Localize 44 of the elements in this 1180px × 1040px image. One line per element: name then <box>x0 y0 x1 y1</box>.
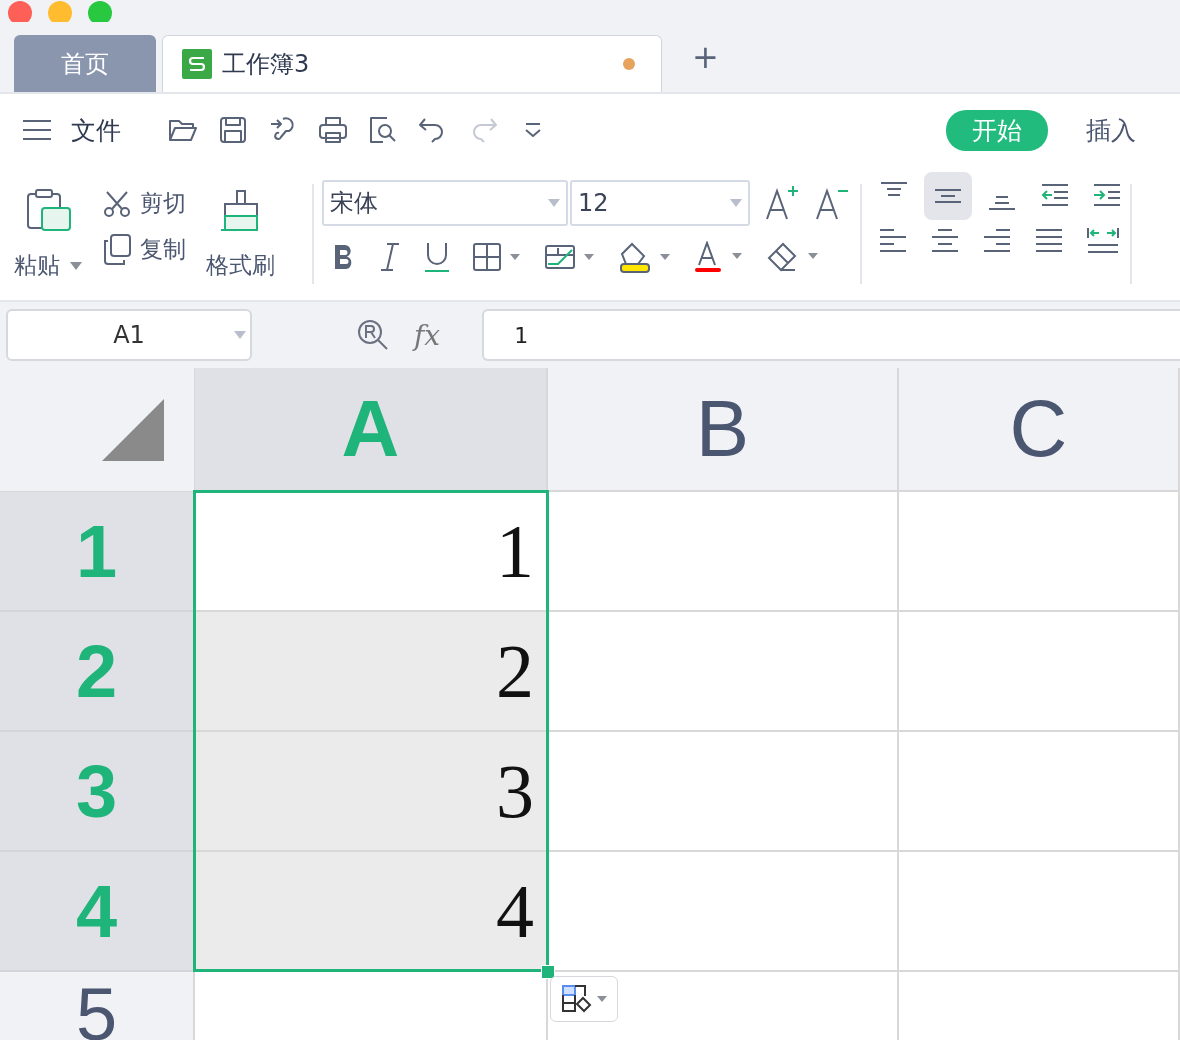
ribbon-tab[interactable]: 插入 <box>1072 109 1150 151</box>
table-cell: 2 <box>195 612 548 732</box>
copy-icon[interactable] <box>102 233 132 265</box>
align-middle-button[interactable] <box>924 172 972 220</box>
align-middle-icon <box>934 189 962 203</box>
table-cell: 3 <box>195 732 548 852</box>
paste-options-button[interactable] <box>550 976 618 1022</box>
formula-input[interactable]: 1 <box>482 309 1180 361</box>
file-menu[interactable]: 文件 <box>71 113 121 147</box>
search-icon[interactable] <box>356 318 390 352</box>
function-button[interactable]: fx <box>414 318 441 352</box>
tab-title: 工作簿3 <box>222 49 310 80</box>
cut-button[interactable]: 剪切 <box>140 188 186 219</box>
underline-icon[interactable] <box>424 241 450 273</box>
font-name-field[interactable]: 宋体 <box>322 180 568 226</box>
cell-style-icon[interactable] <box>544 242 596 272</box>
eraser-icon[interactable] <box>766 241 820 273</box>
spreadsheet-icon <box>182 49 212 79</box>
font-size-field[interactable]: 12 <box>570 180 750 226</box>
document-tab[interactable]: 工作簿3 <box>162 35 662 92</box>
paste-button[interactable]: 粘贴 <box>14 250 60 281</box>
new-tab-button[interactable]: + <box>688 38 723 76</box>
menu-icon[interactable] <box>22 119 52 141</box>
caret-icon[interactable] <box>70 261 82 270</box>
column-header[interactable]: C <box>899 368 1180 492</box>
borders-icon[interactable] <box>472 242 522 272</box>
format-painter-button[interactable]: 格式刷 <box>206 250 275 281</box>
select-all-icon[interactable] <box>102 399 164 461</box>
close-icon[interactable] <box>7 0 33 22</box>
align-top-icon <box>880 182 908 196</box>
distributed-align-icon[interactable] <box>1086 226 1120 256</box>
tab-title: 首页 <box>61 48 109 80</box>
copy-button[interactable]: 复制 <box>140 233 186 265</box>
column-header[interactable]: B <box>548 368 899 492</box>
font-color-icon[interactable] <box>694 241 744 273</box>
align-bottom-icon <box>988 196 1016 210</box>
printer-icon[interactable] <box>317 114 349 146</box>
italic-icon[interactable] <box>378 242 402 272</box>
name-box[interactable]: A1 <box>6 309 252 361</box>
save-icon[interactable] <box>217 114 249 146</box>
table-cell: 4 <box>195 852 548 972</box>
fill-handle[interactable] <box>541 965 555 979</box>
fill-color-icon[interactable] <box>618 240 672 274</box>
increase-font-icon[interactable] <box>764 185 800 221</box>
